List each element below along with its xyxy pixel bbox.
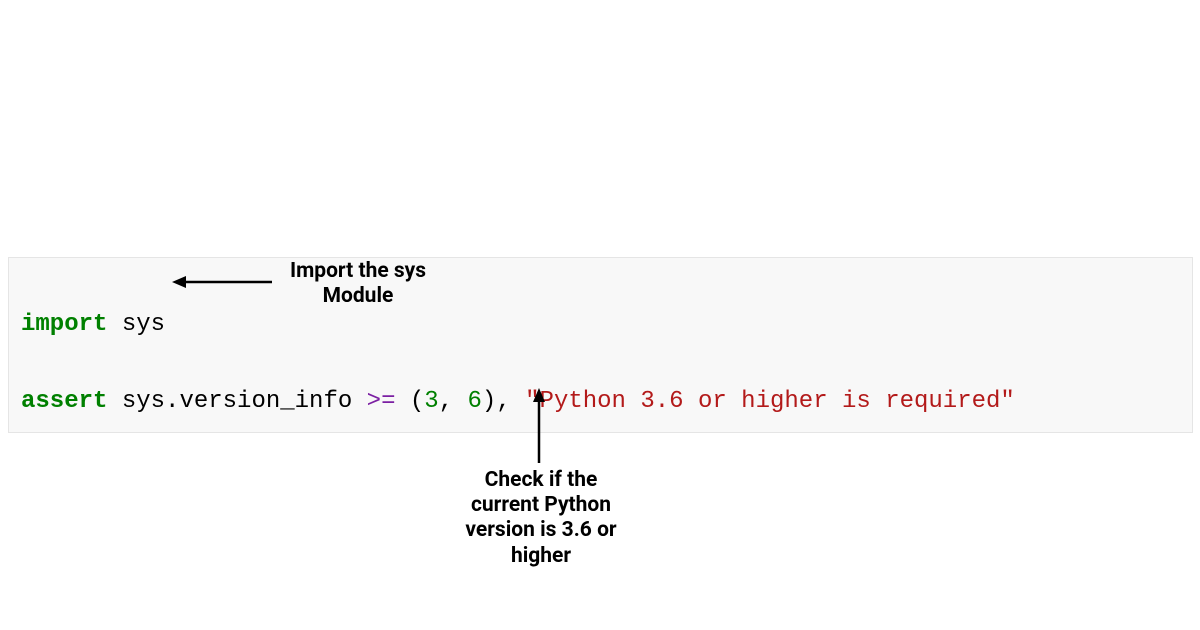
module-sys: sys (122, 311, 165, 338)
annotation-import-line2: Module (278, 284, 438, 309)
annotation-assert-line4: higher (455, 544, 627, 569)
annotation-assert-line1: Check if the (455, 468, 627, 493)
string-message: "Python 3.6 or higher is required" (525, 388, 1015, 415)
arrow-up-icon (529, 388, 549, 463)
comma: , (496, 388, 525, 415)
space (107, 388, 121, 415)
annotation-import-line1: Import the sys (278, 259, 438, 284)
annotation-assert-line3: version is 3.6 or (455, 518, 627, 543)
annotation-assert-line2: current Python (455, 493, 627, 518)
number-3: 3 (424, 388, 438, 415)
lparen: ( (410, 388, 424, 415)
comma: , (439, 388, 468, 415)
number-6: 6 (468, 388, 482, 415)
space (395, 388, 409, 415)
keyword-import: import (21, 311, 107, 338)
expr-version-info: sys.version_info (122, 388, 367, 415)
annotation-import: Import the sys Module (278, 259, 438, 309)
keyword-assert: assert (21, 388, 107, 415)
rparen: ) (482, 388, 496, 415)
annotation-assert: Check if the current Python version is 3… (455, 468, 627, 569)
operator-ge: >= (367, 388, 396, 415)
space (107, 311, 121, 338)
arrow-left-icon (172, 272, 272, 292)
